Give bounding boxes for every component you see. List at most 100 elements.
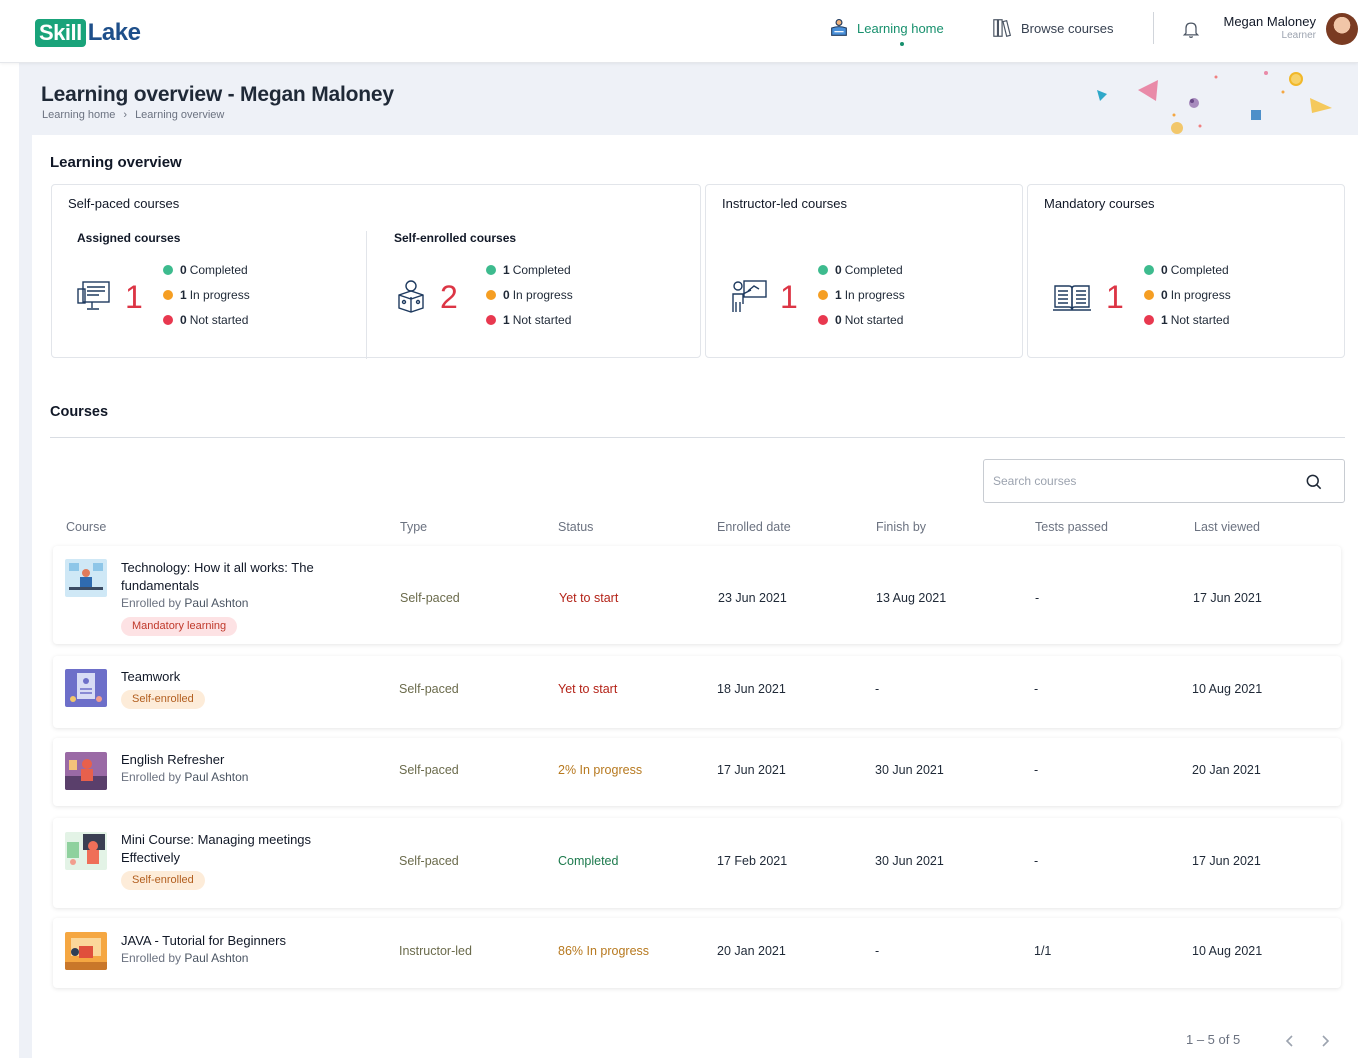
user-role: Learner — [1281, 30, 1316, 41]
not-started-dot — [486, 315, 496, 325]
column-status[interactable]: Status — [558, 520, 593, 534]
nav-learning-home-label: Learning home — [857, 20, 944, 36]
column-last-viewed[interactable]: Last viewed — [1194, 520, 1260, 534]
mandatory-title: Mandatory courses — [1044, 196, 1155, 211]
course-type: Instructor-led — [399, 944, 472, 958]
completed-label: Completed — [844, 263, 903, 277]
enrolled-date: 17 Feb 2021 — [717, 854, 788, 868]
course-title[interactable]: Teamwork — [121, 668, 351, 686]
monitor-icon — [77, 281, 110, 310]
open-book-icon — [1053, 285, 1091, 311]
mandatory-card: Mandatory courses 1 0 Completed 0 In progr… — [1027, 184, 1345, 358]
not-started-label: Not started — [1170, 313, 1230, 327]
enrolled-by-name: Paul Ashton — [184, 951, 249, 965]
in-progress-dot — [818, 290, 828, 300]
nav-browse-courses-label: Browse courses — [1021, 20, 1114, 36]
course-type: Self-paced — [399, 763, 459, 777]
nav-browse-courses[interactable]: Browse courses — [992, 16, 1113, 40]
column-finish-by[interactable]: Finish by — [876, 520, 926, 534]
enrolled-by-prefix: Enrolled by — [121, 951, 182, 965]
instructor-led-legend: 0 Completed 1 In progress 0 Not started — [818, 262, 905, 328]
not-started-dot — [1144, 315, 1154, 325]
course-type: Self-paced — [400, 591, 460, 605]
skilllake-logo[interactable]: Skill Lake — [35, 19, 141, 47]
finish-by: - — [875, 682, 880, 696]
not-started-count: 1 — [1161, 313, 1168, 327]
finish-by: 13 Aug 2021 — [876, 591, 947, 605]
table-row[interactable]: Mini Course: Managing meetings Effective… — [53, 818, 1341, 908]
not-started-count: 1 — [503, 313, 510, 327]
table-row[interactable]: Teamwork Self-enrolled Self-paced Yet to… — [53, 656, 1341, 728]
chevron-left-icon[interactable] — [1283, 1033, 1297, 1049]
last-viewed: 10 Aug 2021 — [1192, 944, 1263, 958]
not-started-count: 0 — [835, 313, 842, 327]
tests-passed: - — [1034, 854, 1039, 868]
learning-home-icon — [831, 19, 847, 36]
assigned-courses-title: Assigned courses — [77, 231, 181, 245]
column-enrolled-date[interactable]: Enrolled date — [717, 520, 791, 534]
completed-label: Completed — [1170, 263, 1229, 277]
search-box[interactable] — [983, 459, 1345, 503]
in-progress-count: 0 — [503, 288, 510, 302]
breadcrumb: Learning home › Learning overview — [42, 109, 224, 121]
last-viewed: 17 Jun 2021 — [1193, 591, 1262, 605]
column-course[interactable]: Course — [66, 520, 106, 534]
instructor-board-icon — [732, 280, 767, 312]
course-thumbnail — [65, 932, 107, 970]
completed-label: Completed — [189, 263, 248, 277]
finish-by: 30 Jun 2021 — [875, 854, 944, 868]
bell-icon[interactable] — [1181, 18, 1201, 40]
tests-passed: - — [1035, 591, 1040, 605]
in-progress-dot — [486, 290, 496, 300]
course-title[interactable]: JAVA - Tutorial for Beginners — [121, 932, 351, 950]
logo-skill-text: Skill — [35, 19, 86, 47]
in-progress-count: 0 — [1161, 288, 1168, 302]
enrolled-by-name: Paul Ashton — [184, 770, 249, 784]
student-reading-icon — [398, 280, 424, 313]
in-progress-label: In progress — [844, 288, 905, 302]
table-row[interactable]: JAVA - Tutorial for Beginners Enrolled b… — [53, 918, 1341, 988]
instructor-led-title: Instructor-led courses — [722, 196, 847, 211]
tests-passed: - — [1034, 763, 1039, 777]
user-menu[interactable]: Megan Maloney Learner — [1224, 14, 1317, 41]
assigned-legend: 0 Completed 1 In progress 0 Not started — [163, 262, 250, 328]
course-thumbnail — [65, 669, 107, 707]
column-type[interactable]: Type — [400, 520, 427, 534]
in-progress-dot — [163, 290, 173, 300]
enrolled-date: 17 Jun 2021 — [717, 763, 786, 777]
enrolled-date: 23 Jun 2021 — [718, 591, 787, 605]
course-status: 2% In progress — [558, 763, 643, 777]
search-input[interactable] — [993, 474, 1293, 488]
table-row[interactable]: English Refresher Enrolled by Paul Ashto… — [53, 738, 1341, 806]
not-started-dot — [163, 315, 173, 325]
in-progress-label: In progress — [1170, 288, 1231, 302]
page-title: Learning overview - Megan Maloney — [41, 83, 394, 106]
user-name: Megan Maloney — [1223, 14, 1317, 29]
course-title[interactable]: Technology: How it all works: The fundam… — [121, 559, 351, 595]
top-navbar: Skill Lake Learning home Browse courses … — [0, 0, 1358, 63]
course-title[interactable]: English Refresher — [121, 751, 351, 769]
mandatory-count: 1 — [1106, 279, 1124, 315]
assigned-count: 1 — [125, 279, 143, 315]
legend-completed: 0 Completed — [1144, 262, 1231, 278]
instructor-led-card: Instructor-led courses 1 0 Completed 1 In … — [705, 184, 1023, 358]
in-progress-dot — [1144, 290, 1154, 300]
in-progress-count: 1 — [180, 288, 187, 302]
enrolled-by: Enrolled by Paul Ashton — [121, 596, 248, 610]
completed-count: 0 — [1161, 263, 1168, 277]
enrolled-by-name: Paul Ashton — [184, 596, 249, 610]
pagination-range: 1 – 5 of 5 — [1186, 1032, 1241, 1047]
column-tests-passed[interactable]: Tests passed — [1035, 520, 1108, 534]
not-started-count: 0 — [180, 313, 187, 327]
chevron-right-icon[interactable] — [1318, 1033, 1332, 1049]
not-started-dot — [818, 315, 828, 325]
in-progress-count: 1 — [835, 288, 842, 302]
search-icon[interactable] — [1304, 472, 1324, 492]
legend-completed: 1 Completed — [486, 262, 573, 278]
enrolled-date: 18 Jun 2021 — [717, 682, 786, 696]
course-title[interactable]: Mini Course: Managing meetings Effective… — [121, 831, 351, 867]
nav-learning-home[interactable]: Learning home — [828, 16, 944, 40]
avatar[interactable] — [1326, 13, 1358, 45]
table-row[interactable]: Technology: How it all works: The fundam… — [53, 546, 1341, 644]
breadcrumb-learning-home[interactable]: Learning home — [42, 109, 115, 121]
